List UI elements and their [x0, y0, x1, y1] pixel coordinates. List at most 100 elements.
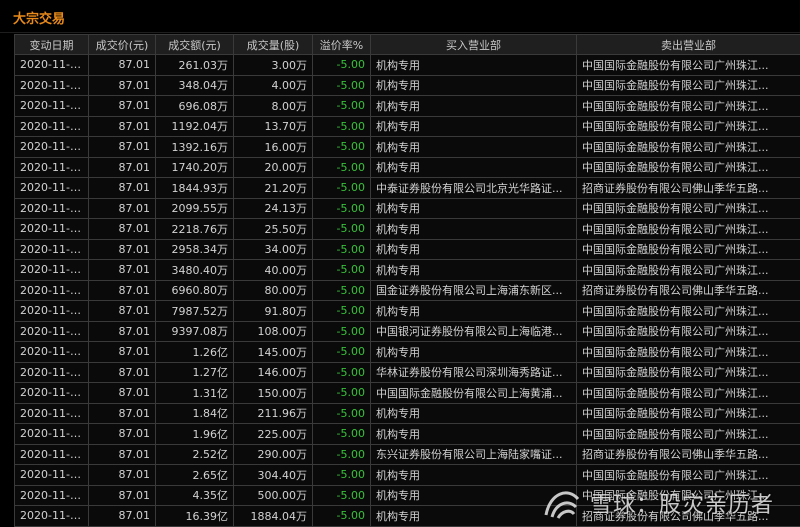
table-row[interactable]: 2020-11-20 87.01 2.52亿 290.00万 -5.00 东兴证券股份有限… — [14, 443, 800, 465]
cell-volume: 3.00万 — [233, 54, 313, 76]
page-title: 大宗交易 — [13, 12, 66, 27]
table-row[interactable]: 2020-11-20 87.01 1844.93万 21.20万 -5.00 中泰证券股份… — [14, 177, 800, 199]
cell-volume: 16.00万 — [233, 136, 313, 158]
cell-premium: -5.00 — [312, 259, 371, 281]
cell-volume: 108.00万 — [233, 320, 313, 342]
cell-date: 2020-11-20 — [14, 320, 89, 342]
cell-buyer: 机构专用 — [370, 402, 577, 424]
table-row[interactable]: 2020-11-20 87.01 1392.16万 16.00万 -5.00 机构专用 中国… — [14, 136, 800, 158]
cell-price: 87.01 — [88, 259, 156, 281]
header-price[interactable]: 成交价(元) — [88, 34, 156, 55]
cell-premium: -5.00 — [312, 136, 371, 158]
header-buyer[interactable]: 买入营业部 — [370, 34, 577, 55]
cell-volume: 146.00万 — [233, 361, 313, 383]
cell-price: 87.01 — [88, 197, 156, 219]
cell-volume: 25.50万 — [233, 218, 313, 240]
cell-seller: 中国国际金融股份有限公司广州珠江... — [576, 341, 800, 363]
cell-seller: 招商证券股份有限公司佛山季华五路... — [576, 177, 800, 199]
cell-seller: 中国国际金融股份有限公司广州珠江... — [576, 238, 800, 260]
cell-volume: 8.00万 — [233, 95, 313, 117]
cell-premium: -5.00 — [312, 177, 371, 199]
cell-buyer: 机构专用 — [370, 54, 577, 76]
cell-premium: -5.00 — [312, 464, 371, 486]
cell-seller: 中国国际金融股份有限公司广州珠江... — [576, 54, 800, 76]
table-row[interactable]: 2020-11-20 87.01 1.84亿 211.96万 -5.00 机构专用 中国国际… — [14, 402, 800, 424]
cell-seller: 中国国际金融股份有限公司广州珠江... — [576, 300, 800, 322]
table-row[interactable]: 2020-11-20 87.01 696.08万 8.00万 -5.00 机构专用 中国国际… — [14, 95, 800, 117]
cell-date: 2020-11-20 — [14, 484, 89, 506]
watermark: 雪球：股灾亲历者 — [542, 483, 774, 523]
cell-volume: 225.00万 — [233, 423, 313, 445]
cell-buyer: 中国银河证券股份有限公司上海临港... — [370, 320, 577, 342]
table-row[interactable]: 2020-11-20 87.01 2.65亿 304.40万 -5.00 机构专用 中国国际… — [14, 464, 800, 486]
header-volume[interactable]: 成交量(股) — [233, 34, 313, 55]
header-date[interactable]: 变动日期 — [14, 34, 89, 55]
table-row[interactable]: 2020-11-20 87.01 1.26亿 145.00万 -5.00 机构专用 中国国际… — [14, 341, 800, 363]
cell-amount: 7987.52万 — [155, 300, 234, 322]
table-row[interactable]: 2020-11-20 87.01 348.04万 4.00万 -5.00 机构专用 中国国际… — [14, 74, 800, 96]
cell-date: 2020-11-20 — [14, 464, 89, 486]
table-row[interactable]: 2020-11-20 87.01 1.96亿 225.00万 -5.00 机构专用 中国国际… — [14, 423, 800, 445]
cell-amount: 1.84亿 — [155, 402, 234, 424]
cell-amount: 1844.93万 — [155, 177, 234, 199]
cell-amount: 1.31亿 — [155, 382, 234, 404]
cell-date: 2020-11-20 — [14, 505, 89, 527]
table-row[interactable]: 2020-11-20 87.01 1740.20万 20.00万 -5.00 机构专用 中国… — [14, 156, 800, 178]
cell-buyer: 机构专用 — [370, 197, 577, 219]
cell-price: 87.01 — [88, 464, 156, 486]
cell-price: 87.01 — [88, 300, 156, 322]
cell-date: 2020-11-20 — [14, 341, 89, 363]
cell-price: 87.01 — [88, 238, 156, 260]
cell-seller: 中国国际金融股份有限公司广州珠江... — [576, 74, 800, 96]
cell-date: 2020-11-20 — [14, 218, 89, 240]
cell-price: 87.01 — [88, 279, 156, 301]
table-row[interactable]: 2020-11-20 87.01 1192.04万 13.70万 -5.00 机构专用 中国… — [14, 115, 800, 137]
cell-seller: 中国国际金融股份有限公司广州珠江... — [576, 259, 800, 281]
header-amount[interactable]: 成交额(元) — [155, 34, 234, 55]
cell-date: 2020-11-20 — [14, 259, 89, 281]
cell-premium: -5.00 — [312, 382, 371, 404]
table-row[interactable]: 2020-11-20 87.01 7987.52万 91.80万 -5.00 机构专用 中国… — [14, 300, 800, 322]
cell-volume: 211.96万 — [233, 402, 313, 424]
cell-price: 87.01 — [88, 95, 156, 117]
cell-seller: 中国国际金融股份有限公司广州珠江... — [576, 156, 800, 178]
cell-amount: 1392.16万 — [155, 136, 234, 158]
table-row[interactable]: 2020-11-20 87.01 6960.80万 80.00万 -5.00 国金证券股份… — [14, 279, 800, 301]
cell-date: 2020-11-20 — [14, 197, 89, 219]
cell-volume: 1884.04万 — [233, 505, 313, 527]
table-row[interactable]: 2020-11-20 87.01 261.03万 3.00万 -5.00 机构专用 中国国际… — [14, 54, 800, 76]
cell-date: 2020-11-20 — [14, 115, 89, 137]
cell-amount: 1.96亿 — [155, 423, 234, 445]
cell-date: 2020-11-20 — [14, 300, 89, 322]
cell-date: 2020-11-20 — [14, 423, 89, 445]
header-seller[interactable]: 卖出营业部 — [576, 34, 800, 55]
cell-seller: 中国国际金融股份有限公司广州珠江... — [576, 464, 800, 486]
cell-premium: -5.00 — [312, 505, 371, 527]
table-row[interactable]: 2020-11-20 87.01 1.31亿 150.00万 -5.00 中国国际金融股份… — [14, 382, 800, 404]
cell-buyer: 中泰证券股份有限公司北京光华路证... — [370, 177, 577, 199]
cell-premium: -5.00 — [312, 300, 371, 322]
cell-buyer: 机构专用 — [370, 464, 577, 486]
cell-date: 2020-11-20 — [14, 136, 89, 158]
cell-premium: -5.00 — [312, 341, 371, 363]
cell-amount: 6960.80万 — [155, 279, 234, 301]
cell-amount: 2218.76万 — [155, 218, 234, 240]
cell-premium: -5.00 — [312, 361, 371, 383]
cell-amount: 9397.08万 — [155, 320, 234, 342]
cell-volume: 4.00万 — [233, 74, 313, 96]
cell-amount: 1.27亿 — [155, 361, 234, 383]
table-row[interactable]: 2020-11-20 87.01 9397.08万 108.00万 -5.00 中国银河证… — [14, 320, 800, 342]
header-premium[interactable]: 溢价率% — [312, 34, 371, 55]
table-row[interactable]: 2020-11-20 87.01 1.27亿 146.00万 -5.00 华林证券股份有限… — [14, 361, 800, 383]
table-row[interactable]: 2020-11-20 87.01 2958.34万 34.00万 -5.00 机构专用 中国… — [14, 238, 800, 260]
cell-amount: 2.65亿 — [155, 464, 234, 486]
cell-premium: -5.00 — [312, 115, 371, 137]
table-row[interactable]: 2020-11-20 87.01 2099.55万 24.13万 -5.00 机构专用 中国… — [14, 197, 800, 219]
table-row[interactable]: 2020-11-20 87.01 2218.76万 25.50万 -5.00 机构专用 中国… — [14, 218, 800, 240]
cell-price: 87.01 — [88, 361, 156, 383]
cell-date: 2020-11-20 — [14, 74, 89, 96]
cell-volume: 150.00万 — [233, 382, 313, 404]
watermark-text: 雪球：股灾亲历者 — [589, 493, 774, 518]
table-row[interactable]: 2020-11-20 87.01 3480.40万 40.00万 -5.00 机构专用 中国… — [14, 259, 800, 281]
cell-volume: 80.00万 — [233, 279, 313, 301]
